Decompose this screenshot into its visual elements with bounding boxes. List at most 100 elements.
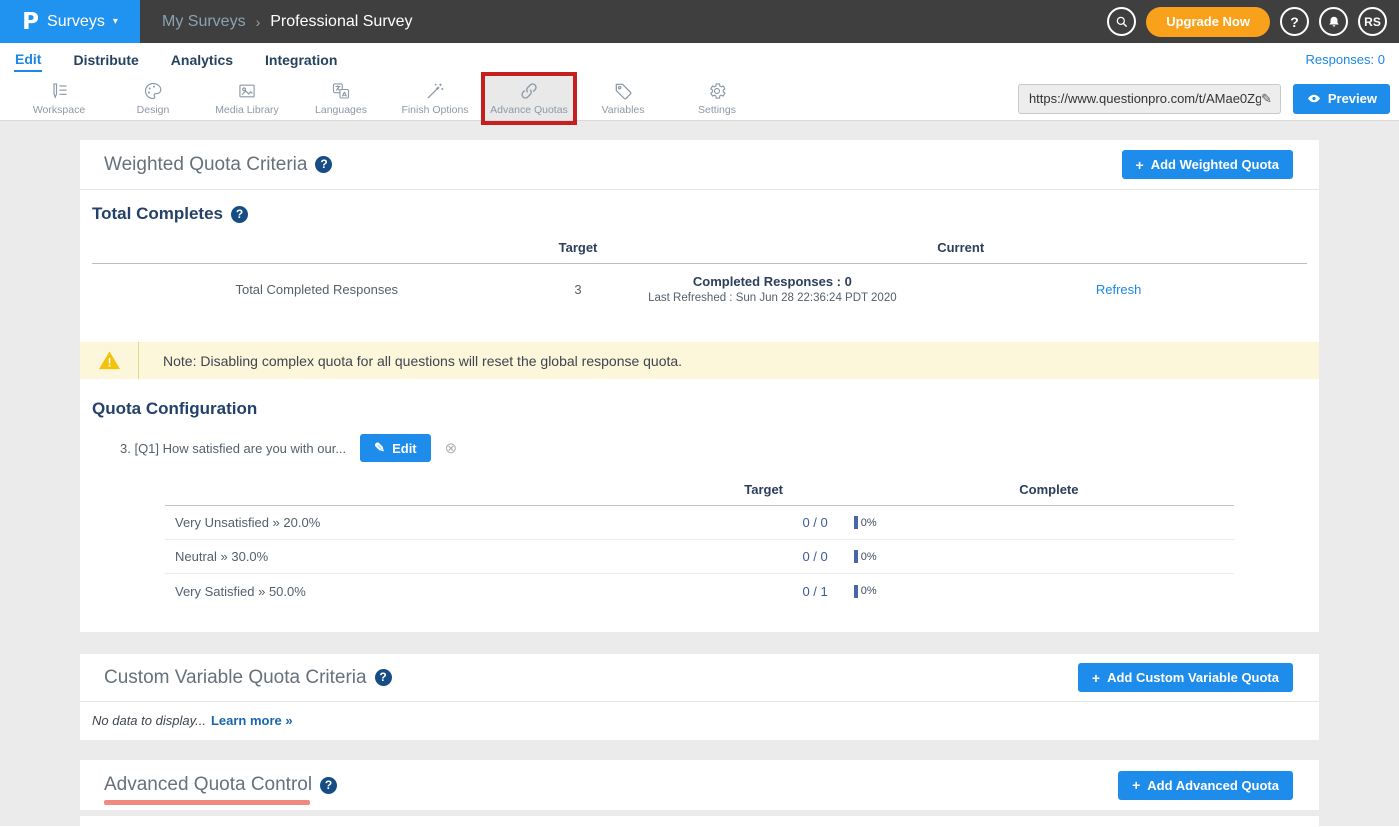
note-divider <box>138 342 139 379</box>
toolbar-item-media-library[interactable]: Media Library <box>200 76 294 120</box>
responses-count[interactable]: Responses: 0 <box>1306 52 1386 67</box>
palette-icon <box>143 81 163 101</box>
target-count: 0 / 1 <box>700 584 828 599</box>
help-icon[interactable]: ? <box>231 206 248 223</box>
surveys-menu[interactable]: P Surveys ▾ <box>0 0 140 43</box>
breadcrumb-survey-name: Professional Survey <box>270 13 412 31</box>
toolbar-item-workspace[interactable]: Workspace <box>12 76 106 120</box>
avatar-initials: RS <box>1364 15 1381 29</box>
questionpro-logo: P <box>22 9 39 35</box>
quota-configuration-section: Quota Configuration 3. [Q1] How satisfie… <box>80 379 1319 632</box>
magic-wand-icon <box>425 81 445 101</box>
preview-button[interactable]: Preview <box>1293 84 1390 114</box>
eye-icon <box>1306 92 1322 105</box>
refresh-link[interactable]: Refresh <box>930 282 1307 297</box>
search-icon <box>1115 15 1129 29</box>
workspace-icon <box>49 81 69 101</box>
custom-variable-quota-card: Custom Variable Quota Criteria ? + Add C… <box>80 654 1319 740</box>
quota-row-neutral: Neutral » 30.0% 0 / 0 0% <box>165 540 1234 574</box>
toolbar-item-variables[interactable]: Variables <box>576 76 670 120</box>
tab-edit[interactable]: Edit <box>14 47 42 72</box>
warning-icon-wrap: ! <box>80 349 138 372</box>
weighted-quota-header: Weighted Quota Criteria ? + Add Weighted… <box>80 140 1319 190</box>
progress-bar <box>854 585 858 598</box>
upgrade-now-button[interactable]: Upgrade Now <box>1146 7 1270 37</box>
help-icon[interactable]: ? <box>375 669 392 686</box>
toolbar-right: ✎ Preview <box>1018 76 1390 121</box>
note-text: Note: Disabling complex quota for all qu… <box>163 353 682 369</box>
navbar-actions: Upgrade Now ? RS <box>1107 0 1387 43</box>
completed-responses: Completed Responses : 0 <box>614 274 930 289</box>
toolbar-item-advance-quotas[interactable]: Advance Quotas <box>482 76 576 120</box>
quota-table-header: Target Complete <box>165 474 1234 506</box>
total-completes-title: Total Completes ? <box>92 204 1307 224</box>
add-weighted-quota-button[interactable]: + Add Weighted Quota <box>1122 150 1294 179</box>
progress-cell: 0% <box>828 550 1234 563</box>
target-count: 0 / 0 <box>700 549 828 564</box>
progress-bar <box>854 550 858 563</box>
edit-question-button[interactable]: ✎ Edit <box>360 434 430 462</box>
help-icon[interactable]: ? <box>320 777 337 794</box>
progress-percent: 0% <box>861 551 877 563</box>
note-banner: ! Note: Disabling complex quota for all … <box>80 342 1319 379</box>
column-target: Target <box>542 240 615 255</box>
chain-link-icon <box>519 81 539 101</box>
bell-icon <box>1327 15 1341 29</box>
search-button[interactable] <box>1107 7 1136 36</box>
quota-table: Target Complete Very Unsatisfied » 20.0%… <box>165 474 1234 608</box>
toolbar-item-languages[interactable]: Languages <box>294 76 388 120</box>
total-completes-section: Total Completes ? Target Current Total C… <box>80 190 1319 332</box>
custom-variable-quota-title: Custom Variable Quota Criteria ? <box>104 667 392 689</box>
quota-configuration-title: Quota Configuration <box>92 399 1307 419</box>
top-navbar: P Surveys ▾ My Surveys › Professional Su… <box>0 0 1399 43</box>
quota-row-very-unsatisfied: Very Unsatisfied » 20.0% 0 / 0 0% <box>165 506 1234 540</box>
add-advanced-quota-button[interactable]: + Add Advanced Quota <box>1118 771 1293 800</box>
tab-analytics[interactable]: Analytics <box>170 48 234 71</box>
total-completes-header-row: Target Current <box>92 232 1307 264</box>
weighted-quota-title: Weighted Quota Criteria ? <box>104 154 332 176</box>
toolbar-item-settings[interactable]: Settings <box>670 76 764 120</box>
toolbar-item-finish-options[interactable]: Finish Options <box>388 76 482 120</box>
help-button[interactable]: ? <box>1280 7 1309 36</box>
breadcrumb-my-surveys[interactable]: My Surveys <box>162 13 246 31</box>
advanced-quota-header: Advanced Quota Control ? + Add Advanced … <box>80 760 1319 810</box>
survey-tabbar: Edit Distribute Analytics Integration Re… <box>0 43 1399 76</box>
edit-url-icon[interactable]: ✎ <box>1261 91 1272 107</box>
last-refreshed: Last Refreshed : Sun Jun 28 22:36:24 PDT… <box>614 292 930 304</box>
breadcrumb: My Surveys › Professional Survey <box>162 13 413 31</box>
progress-cell: 0% <box>828 516 1234 529</box>
custom-variable-quota-header: Custom Variable Quota Criteria ? + Add C… <box>80 654 1319 702</box>
toolbar-item-design[interactable]: Design <box>106 76 200 120</box>
total-completes-row: Total Completed Responses 3 Completed Re… <box>92 264 1307 316</box>
question-label: 3. [Q1] How satisfied are you with our..… <box>120 441 346 456</box>
advanced-quota-card: Advanced Quota Control ? + Add Advanced … <box>80 760 1319 810</box>
breadcrumb-separator-icon: › <box>256 14 261 30</box>
advanced-quota-title: Advanced Quota Control ? <box>104 774 337 796</box>
question-mark-icon: ? <box>1290 14 1299 30</box>
edit-pencil-icon: ✎ <box>374 440 385 456</box>
tab-integration[interactable]: Integration <box>264 48 338 71</box>
progress-cell: 0% <box>828 585 1234 598</box>
progress-percent: 0% <box>861 517 877 529</box>
help-icon[interactable]: ? <box>315 156 332 173</box>
no-data-text: No data to display... <box>92 713 206 728</box>
column-current: Current <box>614 240 1307 255</box>
notifications-button[interactable] <box>1319 7 1348 36</box>
caret-down-icon: ▾ <box>113 16 118 27</box>
learn-more-link[interactable]: Learn more » <box>211 713 293 728</box>
page-background: Weighted Quota Criteria ? + Add Weighted… <box>0 121 1399 826</box>
plus-icon: + <box>1136 157 1144 173</box>
add-custom-variable-quota-button[interactable]: + Add Custom Variable Quota <box>1078 663 1293 692</box>
remove-question-icon[interactable]: ⊗ <box>445 439 458 457</box>
clipped-card-fragment <box>80 816 1319 827</box>
plus-icon: + <box>1132 777 1140 793</box>
user-avatar[interactable]: RS <box>1358 7 1387 36</box>
column-target: Target <box>700 482 828 497</box>
tab-distribute[interactable]: Distribute <box>72 48 139 71</box>
survey-url-field: ✎ <box>1018 84 1281 114</box>
svg-text:!: ! <box>107 358 111 370</box>
warning-triangle-icon: ! <box>97 349 122 372</box>
target-count: 0 / 0 <box>700 515 828 530</box>
survey-url-input[interactable] <box>1029 91 1261 106</box>
edit-toolbar: Workspace Design Media Library Languages… <box>0 76 1399 121</box>
